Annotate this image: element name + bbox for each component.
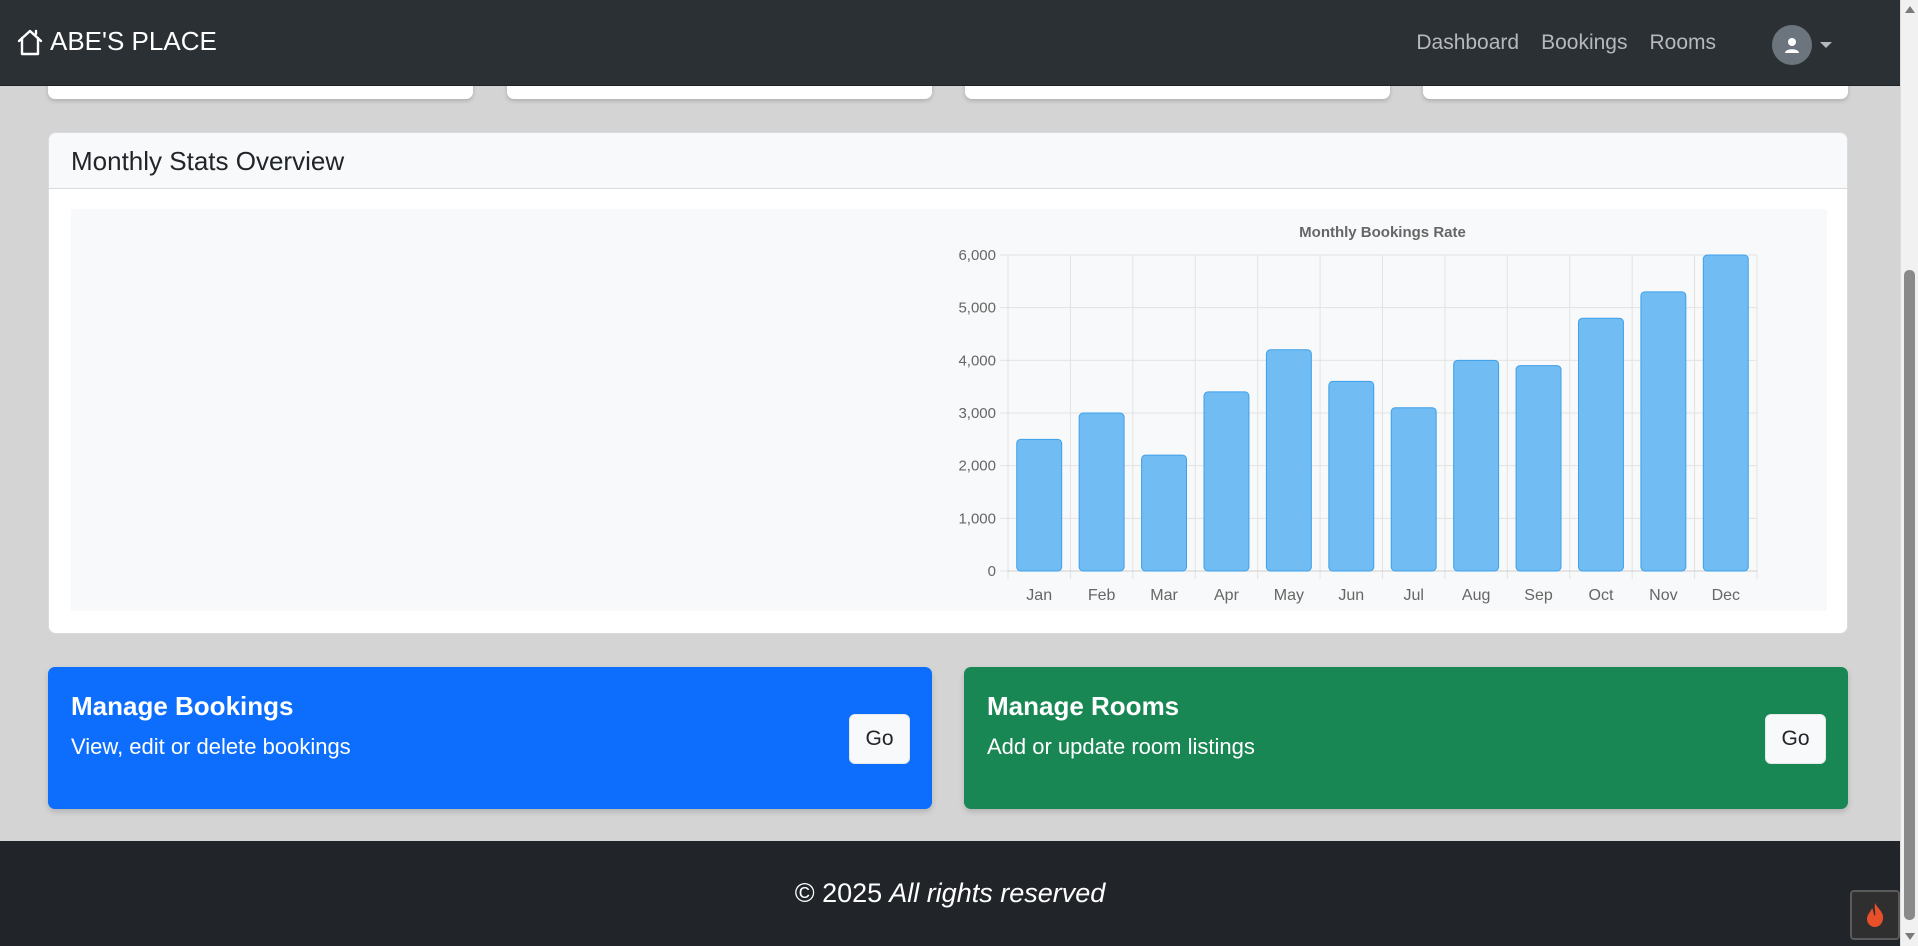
user-menu-toggle[interactable] (1772, 25, 1832, 65)
x-tick-label: Jul (1403, 587, 1423, 604)
brand-name: ABE'S PLACE (50, 26, 217, 56)
nav-bookings[interactable]: Bookings (1541, 31, 1627, 55)
manage-bookings-card: Manage Bookings View, edit or delete boo… (48, 667, 932, 809)
nav-dashboard[interactable]: Dashboard (1416, 31, 1519, 55)
y-tick-label: 2,000 (958, 458, 996, 475)
x-tick-label: Jan (1026, 587, 1052, 604)
navbar: ABE'S PLACE Dashboard Bookings Rooms (0, 0, 1900, 86)
flame-widget[interactable] (1850, 890, 1900, 940)
stats-card-header: Monthly Stats Overview (49, 133, 1847, 189)
x-tick-label: May (1274, 587, 1304, 604)
bar-sep (1515, 365, 1562, 572)
manage-rooms-go-button[interactable]: Go (1765, 714, 1826, 764)
scroll-up-arrow-icon[interactable] (1905, 6, 1915, 13)
bar-nov (1640, 291, 1687, 572)
manage-bookings-desc: View, edit or delete bookings (71, 734, 351, 759)
x-tick-label: Nov (1649, 587, 1677, 604)
nav-rooms[interactable]: Rooms (1649, 31, 1716, 55)
x-tick-label: Jun (1338, 587, 1364, 604)
bar-jul (1390, 407, 1437, 572)
user-avatar-icon (1785, 38, 1799, 53)
y-tick-label: 4,000 (958, 352, 996, 369)
bar-aug (1453, 359, 1500, 572)
monthly-bookings-chart: Monthly Bookings Rate 0 1,000 2,000 3,000 4,0… (958, 224, 1758, 604)
bar-oct (1577, 317, 1624, 572)
avatar (1772, 25, 1812, 65)
x-tick-label: Oct (1589, 587, 1614, 604)
bar-dec (1702, 254, 1749, 572)
x-tick-label: Sep (1524, 587, 1553, 604)
page-scrollbar[interactable] (1900, 0, 1918, 946)
bar-jun (1328, 380, 1375, 572)
chart-area: Monthly Bookings Rate 0 1,000 2,000 3,000 4,0… (71, 209, 1827, 611)
flame-icon (1867, 903, 1884, 927)
manage-rooms-card: Manage Rooms Add or update room listings… (964, 667, 1848, 809)
bar-mar (1141, 454, 1188, 572)
x-tick-label: Dec (1712, 587, 1740, 604)
y-tick-label: 3,000 (958, 405, 996, 422)
chart-title: Monthly Bookings Rate (1299, 224, 1466, 241)
monthly-stats-card: Monthly Stats Overview Monthly Bookings … (48, 132, 1848, 634)
y-tick-label: 5,000 (958, 300, 996, 317)
y-tick-label: 1,000 (958, 510, 996, 527)
bar-may (1265, 349, 1312, 572)
manage-bookings-title: Manage Bookings (71, 691, 294, 721)
bar-feb (1078, 412, 1125, 572)
y-tick-label: 0 (988, 563, 996, 580)
stats-card-title: Monthly Stats Overview (71, 146, 345, 176)
manage-rooms-desc: Add or update room listings (987, 734, 1255, 759)
footer: © 2025 All rights reserved (0, 841, 1900, 946)
scrollbar-thumb[interactable] (1904, 270, 1915, 920)
footer-rights: All rights reserved (889, 878, 1106, 908)
manage-rooms-title: Manage Rooms (987, 691, 1180, 721)
x-tick-label: Feb (1088, 587, 1116, 604)
y-tick-label: 6,000 (958, 247, 996, 264)
x-tick-label: Aug (1462, 587, 1490, 604)
scroll-down-arrow-icon[interactable] (1905, 933, 1915, 940)
x-tick-label: Apr (1214, 587, 1240, 604)
manage-bookings-go-button[interactable]: Go (849, 714, 910, 764)
bar-jan (1016, 438, 1063, 572)
footer-copyright: © 2025 (794, 878, 883, 908)
brand-link[interactable]: ABE'S PLACE (16, 26, 217, 57)
chevron-down-icon (1820, 42, 1832, 48)
x-tick-label: Mar (1150, 587, 1178, 604)
house-icon (17, 29, 43, 55)
nav-links: Dashboard Bookings Rooms (1394, 0, 1834, 86)
bar-apr (1203, 391, 1250, 572)
